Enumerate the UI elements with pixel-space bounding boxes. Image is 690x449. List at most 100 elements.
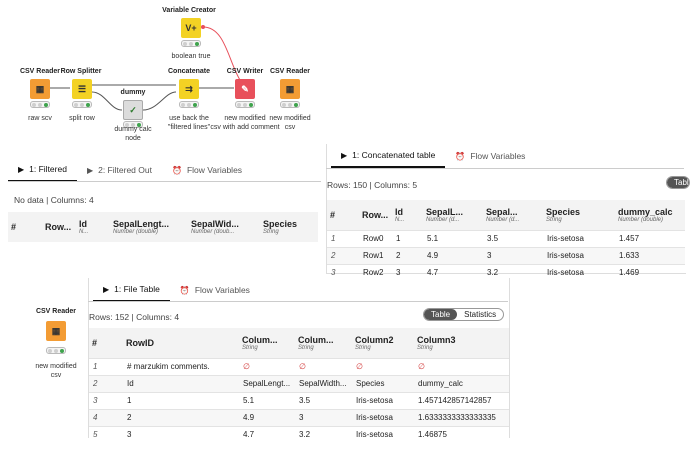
column-header[interactable]: Row... bbox=[359, 200, 392, 230]
tab-concatenated-table[interactable]: ▶ 1: Concatenated table bbox=[331, 144, 446, 168]
table-icon: ▦ bbox=[35, 83, 45, 94]
column-header[interactable]: Id N... bbox=[392, 200, 423, 230]
column-header[interactable]: Colum... String bbox=[295, 328, 352, 358]
column-header[interactable]: # bbox=[327, 200, 359, 230]
tab-flow-variables[interactable]: ⏰ Flow Variables bbox=[170, 278, 260, 302]
table-cell: SepalLengt... bbox=[239, 374, 295, 392]
row-index: 1 bbox=[327, 229, 359, 247]
tab-filtered-out[interactable]: ▶ 2: Filtered Out bbox=[77, 158, 162, 182]
table-cell: 3.2 bbox=[295, 425, 352, 443]
row-index: 2 bbox=[327, 246, 359, 264]
column-header[interactable]: Sepal... Number (d... bbox=[483, 200, 543, 230]
table-cell: Iris-setosa bbox=[543, 246, 615, 264]
table-row[interactable]: 4 2 4.9 3 Iris-setosa 1.6333333333333335 bbox=[89, 408, 509, 426]
alarm-clock-icon: ⏰ bbox=[171, 165, 182, 175]
table-cell: 3.5 bbox=[483, 229, 543, 247]
column-name: SepalLengt... bbox=[113, 219, 170, 229]
variable-creator-icon: V+ bbox=[185, 23, 197, 33]
column-header[interactable]: SepalLengt... Number (double) bbox=[110, 212, 188, 242]
column-header[interactable]: Column2 String bbox=[352, 328, 414, 358]
column-header[interactable]: Species String bbox=[260, 212, 318, 242]
row-splitter-node[interactable]: ☰ bbox=[72, 79, 92, 99]
table-cell: Row0 bbox=[359, 229, 392, 247]
column-header[interactable]: SepalL... Number (d... bbox=[423, 200, 483, 230]
column-name: Row... bbox=[45, 222, 72, 232]
tab-label: Flow Variables bbox=[194, 285, 250, 295]
statistics-toggle[interactable]: Statistics bbox=[457, 309, 503, 320]
dummy-node[interactable]: ✓ bbox=[123, 100, 143, 120]
table-cell: 2 bbox=[392, 246, 423, 264]
column-name: Species bbox=[263, 219, 298, 229]
table-row[interactable]: 2 Id SepalLengt... SepalWidth... Species… bbox=[89, 374, 509, 392]
node-status bbox=[46, 347, 66, 354]
table-cell: 5.1 bbox=[423, 229, 483, 247]
csv-writer-node[interactable]: ✎ bbox=[235, 79, 255, 99]
node-caption: dummy calc node bbox=[114, 125, 151, 143]
column-name: dummy_calc bbox=[618, 206, 673, 217]
column-name: # bbox=[11, 222, 17, 232]
port-icon: ▶ bbox=[86, 165, 94, 175]
concatenated-table: # Row... Id N... SepalL... Number (d... Se… bbox=[327, 200, 685, 281]
file-table-panel: ▶ 1: File Table ⏰ Flow Variables Rows: 152… bbox=[88, 278, 510, 443]
node-title-dummy: dummy bbox=[120, 89, 146, 96]
column-header[interactable]: RowID bbox=[123, 328, 239, 358]
concatenate-node[interactable]: ⇉ bbox=[179, 79, 199, 99]
table-header: # Row... Id N... SepalLengt... Number (dou… bbox=[8, 212, 318, 242]
row-index: 3 bbox=[89, 391, 123, 409]
missing-value-icon: ∅ bbox=[239, 357, 295, 375]
table-cell: 1 bbox=[392, 229, 423, 247]
node-title-variable-creator: Variable Creator bbox=[162, 7, 216, 14]
view-toggle[interactable]: Table bbox=[666, 176, 690, 189]
column-type: String bbox=[546, 216, 562, 223]
csv-reader-node-3[interactable]: ▦ bbox=[46, 321, 66, 341]
column-name: Id bbox=[79, 219, 87, 229]
caption-line: node bbox=[125, 135, 141, 142]
node-status bbox=[30, 101, 50, 108]
node-status bbox=[179, 101, 199, 108]
column-header[interactable]: Id N... bbox=[76, 212, 110, 242]
column-name: SepalWid... bbox=[191, 219, 239, 229]
table-row[interactable]: 2 Row1 2 4.9 3 Iris-setosa 1.633 bbox=[327, 246, 685, 264]
caption-line: csv bbox=[50, 372, 62, 379]
table-cell: 1.46875 bbox=[414, 425, 509, 443]
row-index: 5 bbox=[89, 425, 123, 443]
table-row[interactable]: 1 # marzukim comments. ∅ ∅ ∅ ∅ bbox=[89, 357, 509, 375]
table-row[interactable]: 5 3 4.7 3.2 Iris-setosa 1.46875 bbox=[89, 425, 509, 443]
table-row[interactable]: 1 Row0 1 5.1 3.5 Iris-setosa 1.457 bbox=[327, 229, 685, 247]
csv-reader-node-2[interactable]: ▦ bbox=[280, 79, 300, 99]
table-cell: 4.9 bbox=[423, 246, 483, 264]
tab-file-table[interactable]: ▶ 1: File Table bbox=[93, 278, 170, 302]
table-header: # RowID Colum... String Colum... String Co… bbox=[89, 328, 509, 358]
node-status bbox=[235, 101, 255, 108]
column-header[interactable]: dummy_calc Number (double) bbox=[615, 200, 685, 230]
column-header[interactable]: SepalWid... Number (doub... bbox=[188, 212, 260, 242]
table-toggle[interactable]: Table bbox=[667, 177, 689, 188]
table-info: Rows: 150 | Columns: 5 bbox=[327, 180, 418, 190]
caption-line: new modified bbox=[224, 115, 266, 122]
column-header[interactable]: Colum... String bbox=[239, 328, 295, 358]
column-type: Number (double) bbox=[618, 216, 664, 223]
variable-creator-node[interactable]: V+ bbox=[181, 18, 201, 38]
caption-line: use back the bbox=[169, 115, 209, 122]
table-row[interactable]: 3 1 5.1 3.5 Iris-setosa 1.45714285714285… bbox=[89, 391, 509, 409]
tab-label: 1: File Table bbox=[114, 284, 160, 294]
tab-filtered[interactable]: ▶ 1: Filtered bbox=[8, 158, 77, 182]
node-title-csv-writer: CSV Writer bbox=[226, 68, 264, 75]
column-header[interactable]: Column3 String bbox=[414, 328, 509, 358]
tab-flow-variables[interactable]: ⏰ Flow Variables bbox=[445, 144, 535, 168]
table-toggle[interactable]: Table bbox=[424, 309, 458, 320]
column-header[interactable]: # bbox=[8, 212, 42, 242]
view-toggle[interactable]: Table Statistics bbox=[423, 308, 505, 321]
caption-line: csv bbox=[284, 124, 296, 131]
csv-reader-node[interactable]: ▦ bbox=[30, 79, 50, 99]
port-icon: ▶ bbox=[18, 164, 25, 174]
column-header[interactable]: Row... bbox=[42, 212, 76, 242]
node-status bbox=[280, 101, 300, 108]
row-index: 4 bbox=[89, 408, 123, 426]
file-tabs: ▶ 1: File Table ⏰ Flow Variables bbox=[93, 278, 260, 302]
column-header[interactable]: Species String bbox=[543, 200, 615, 230]
column-header[interactable]: # bbox=[89, 328, 123, 358]
concatenated-panel: ▶ 1: Concatenated table ⏰ Flow Variables R… bbox=[326, 144, 690, 281]
tab-flow-variables[interactable]: ⏰ Flow Variables bbox=[162, 158, 252, 182]
column-type: String bbox=[417, 344, 433, 351]
